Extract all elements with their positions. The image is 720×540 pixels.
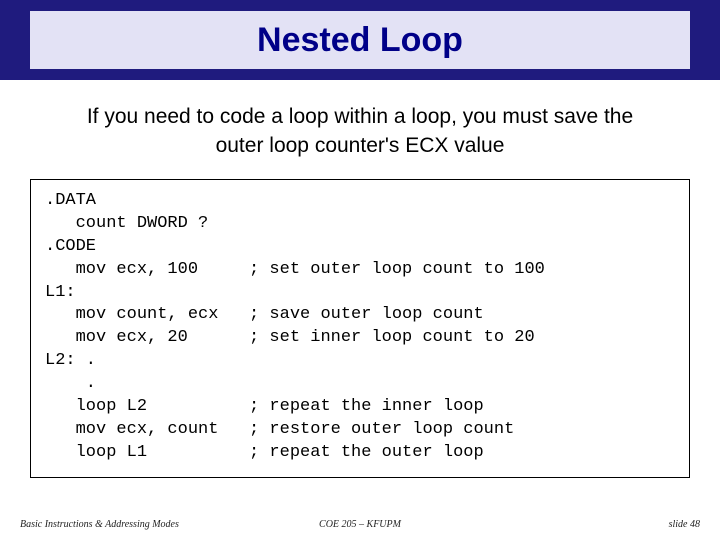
title-bar: Nested Loop <box>0 0 720 80</box>
intro-text: If you need to code a loop within a loop… <box>60 102 660 161</box>
footer-center: COE 205 – KFUPM <box>319 519 401 530</box>
slide-title: Nested Loop <box>257 21 463 60</box>
footer-right: slide 48 <box>669 519 700 530</box>
footer-left: Basic Instructions & Addressing Modes <box>20 519 179 530</box>
title-inner: Nested Loop <box>30 11 690 69</box>
code-block: .DATA count DWORD ? .CODE mov ecx, 100 ;… <box>30 179 690 478</box>
